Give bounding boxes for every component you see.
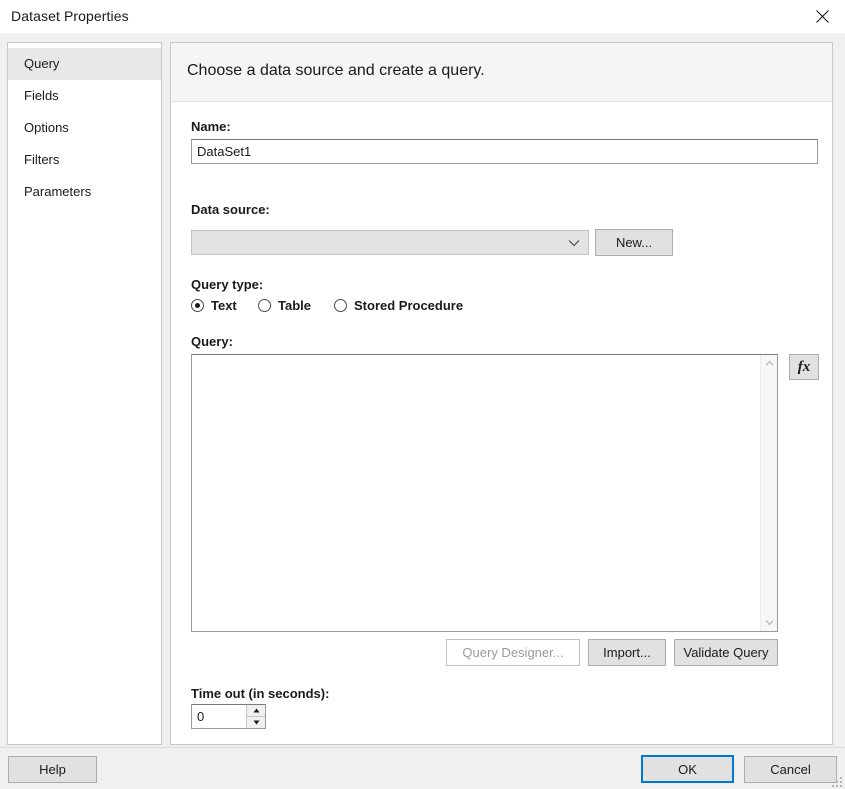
radio-indicator (258, 298, 271, 312)
timeout-value: 0 (197, 709, 205, 724)
query-type-label: Query type: (191, 277, 264, 292)
cancel-button[interactable]: Cancel (744, 756, 837, 783)
sidebar-item-fields[interactable]: Fields (8, 80, 161, 112)
content-panel: Choose a data source and create a query.… (170, 42, 833, 745)
radio-label: Stored Procedure (354, 297, 464, 313)
help-button-label: Help (39, 762, 66, 777)
name-label: Name: (191, 119, 231, 134)
new-datasource-button[interactable]: New... (595, 229, 673, 256)
timeout-label: Time out (in seconds): (191, 686, 330, 701)
sidebar-item-options[interactable]: Options (8, 112, 161, 144)
expression-button-label: fx (797, 358, 811, 375)
radio-label: Text (211, 297, 237, 313)
radio-indicator (334, 298, 347, 312)
query-designer-button[interactable]: Query Designer... (446, 639, 580, 666)
stepper-buttons (246, 705, 265, 728)
radio-query-type-table[interactable]: Table (258, 295, 311, 315)
triangle-down-icon[interactable] (247, 717, 265, 728)
cancel-button-label: Cancel (770, 762, 811, 777)
new-datasource-button-label: New... (615, 235, 653, 250)
sidebar: Query Fields Options Filters Parameters (7, 42, 162, 745)
query-editor[interactable] (191, 354, 778, 632)
query-designer-button-label: Query Designer... (462, 645, 564, 660)
page-title: Choose a data source and create a query. (187, 62, 485, 79)
radio-label: Table (278, 297, 311, 313)
sidebar-item-label: Fields (24, 88, 59, 103)
validate-query-button[interactable]: Validate Query (674, 639, 778, 666)
name-input[interactable] (191, 139, 818, 164)
close-icon (815, 9, 829, 23)
sidebar-item-label: Query (24, 56, 60, 71)
sidebar-item-query[interactable]: Query (8, 48, 161, 80)
datasource-label: Data source: (191, 202, 270, 217)
sidebar-list: Query Fields Options Filters Parameters (8, 43, 161, 208)
chevron-down-icon (567, 237, 581, 249)
import-button[interactable]: Import... (588, 639, 666, 666)
window-title: Dataset Properties (11, 8, 129, 24)
radio-query-type-stored-procedure[interactable]: Stored Procedure (334, 295, 463, 315)
title-bar: Dataset Properties (0, 0, 845, 34)
ok-button-label: OK (678, 761, 697, 777)
sidebar-item-parameters[interactable]: Parameters (8, 176, 161, 208)
expression-button[interactable]: fx (789, 354, 819, 380)
triangle-up-icon[interactable] (247, 705, 265, 717)
timeout-stepper[interactable]: 0 (191, 704, 266, 729)
radio-query-type-text[interactable]: Text (191, 295, 237, 315)
import-button-label: Import... (603, 645, 651, 660)
sidebar-item-label: Parameters (24, 184, 92, 199)
ok-button[interactable]: OK (641, 755, 734, 783)
datasource-select[interactable] (191, 230, 589, 255)
query-scrollbar[interactable] (760, 355, 777, 631)
validate-query-button-label: Validate Query (683, 645, 769, 660)
help-button[interactable]: Help (8, 756, 97, 783)
chevron-down-icon[interactable] (761, 614, 778, 631)
sidebar-item-label: Filters (24, 152, 60, 167)
query-label: Query: (191, 334, 233, 349)
chevron-up-icon[interactable] (761, 355, 778, 372)
sidebar-item-filters[interactable]: Filters (8, 144, 161, 176)
close-button[interactable] (799, 0, 845, 32)
sidebar-item-label: Options (24, 120, 69, 135)
dialog-body: Query Fields Options Filters Parameters … (0, 33, 845, 747)
content-header: Choose a data source and create a query. (171, 43, 832, 102)
radio-indicator (191, 298, 204, 312)
resize-grip-icon[interactable] (829, 774, 842, 787)
footer: Help OK Cancel (0, 747, 845, 789)
